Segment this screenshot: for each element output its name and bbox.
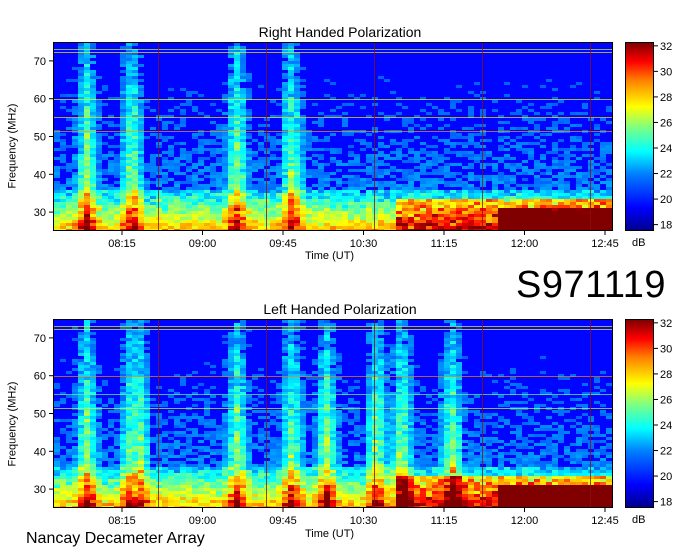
x-tick-label: 12:45 <box>591 515 619 527</box>
y-tick-label: 30 <box>34 484 46 496</box>
x-tick-label: 11:15 <box>431 515 458 527</box>
x-tick-label: 12:00 <box>511 515 539 527</box>
x-tick-label: 08:15 <box>108 515 136 527</box>
colorbar-tick-label: 22 <box>660 446 672 458</box>
x-tick-label: 09:00 <box>189 515 217 527</box>
x-tick-label: 09:45 <box>269 515 297 527</box>
y-tick-label: 40 <box>34 446 46 458</box>
colorbar-tick-label: 20 <box>660 471 672 483</box>
colorbar-tick-label: 18 <box>660 497 672 509</box>
colorbar-tick-label: 24 <box>660 420 672 432</box>
colorbar-tick-label: 28 <box>660 369 672 381</box>
colorbar-tick-label: 26 <box>660 394 672 406</box>
x-tick-label: 10:30 <box>350 515 378 527</box>
instrument-name: Nancay Decameter Array <box>26 530 205 547</box>
bottom-xlabel: Time (UT) <box>305 528 355 540</box>
y-tick-label: 70 <box>34 333 46 345</box>
colorbar-tick-label: 30 <box>660 343 672 355</box>
colorbar-tick-label: 32 <box>660 318 672 330</box>
y-tick-label: 60 <box>34 371 46 383</box>
bottom-cbar-label: dB <box>632 514 646 526</box>
bottom-axes: 30 40 50 60 70 08:15 09:00 09:45 10:30 11:15 12:00… <box>34 318 673 527</box>
bottom-ylabel: Frequency (MHz) <box>6 381 19 467</box>
bottom-colorbar <box>625 319 654 508</box>
y-tick-label: 50 <box>34 409 46 421</box>
